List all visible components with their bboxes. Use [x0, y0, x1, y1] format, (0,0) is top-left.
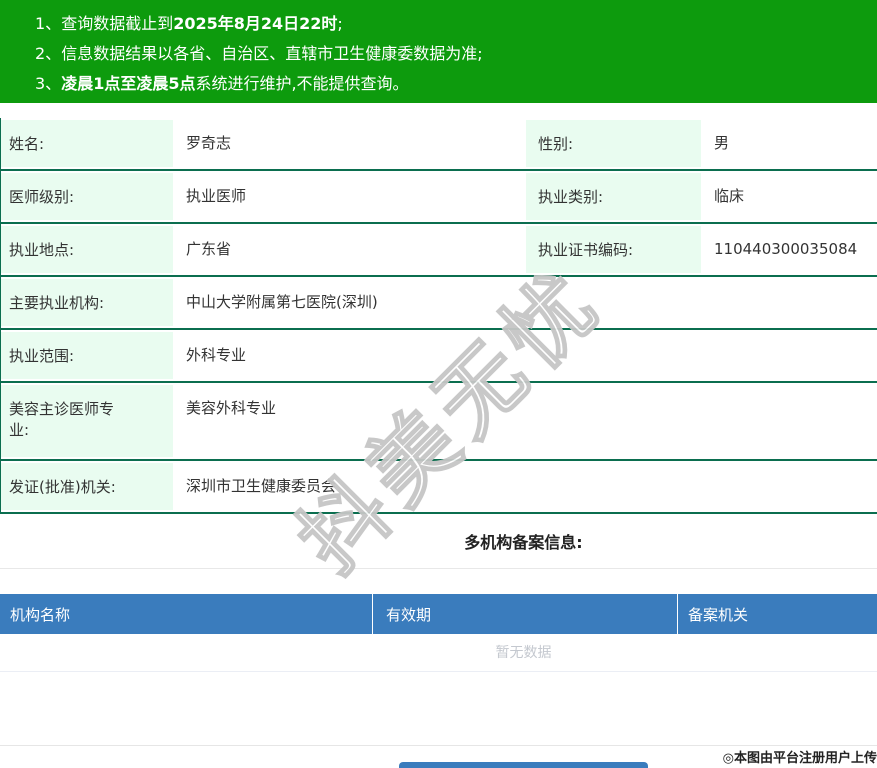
gender-label: 性别: — [538, 135, 574, 153]
info-row-main-institution: 主要执业机构: 中山大学附属第七医院(深圳) — [1, 277, 877, 330]
notice-1-post: ; — [337, 14, 343, 33]
cert-number-value: 110440300035084 — [714, 240, 858, 258]
level-value: 执业医师 — [186, 187, 247, 205]
issuing-authority-label-cell: 发证(批准)机关: — [1, 461, 173, 512]
practice-scope-label: 执业范围: — [9, 347, 75, 365]
main-institution-label: 主要执业机构: — [9, 294, 105, 312]
issuing-authority-label: 发证(批准)机关: — [9, 478, 116, 496]
gender-label-cell: 性别: — [526, 118, 701, 169]
location-label-cell: 执业地点: — [1, 224, 173, 275]
notice-3-number: 3、 — [35, 74, 62, 93]
notice-line-3: 3、凌晨1点至凌晨5点系统进行维护,不能提供查询。 — [35, 69, 877, 99]
notice-2-number: 2、 — [35, 44, 62, 63]
name-value: 罗奇志 — [186, 134, 232, 152]
section-divider — [0, 568, 877, 569]
empty-data-message: 暂无数据 — [0, 634, 877, 672]
cert-number-label: 执业证书编码: — [538, 241, 634, 259]
level-label: 医师级别: — [9, 188, 75, 206]
notice-line-2: 2、信息数据结果以各省、自治区、直辖市卫生健康委数据为准; — [35, 39, 877, 69]
query-result-page: 1、查询数据截止到2025年8月24日22时; 2、信息数据结果以各省、自治区、… — [0, 0, 877, 768]
location-label: 执业地点: — [9, 241, 75, 259]
main-institution-value: 中山大学附属第七医院(深圳) — [186, 293, 378, 311]
cosmetic-specialty-label: 美容主诊医师专业: — [9, 400, 115, 439]
cosmetic-specialty-label-cell: 美容主诊医师专业: — [1, 383, 173, 459]
main-institution-label-cell: 主要执业机构: — [1, 277, 173, 328]
notice-3-post: 系统进行维护,不能提供查询。 — [195, 74, 409, 93]
gender-value: 男 — [714, 134, 730, 152]
info-row-name-gender: 姓名: 罗奇志 性别: 男 — [1, 118, 877, 171]
info-row-level-category: 医师级别: 执业医师 执业类别: 临床 — [1, 171, 877, 224]
notice-banner: 1、查询数据截止到2025年8月24日22时; 2、信息数据结果以各省、自治区、… — [0, 0, 877, 103]
notice-3-bold: 凌晨1点至凌晨5点 — [61, 74, 196, 93]
empty-table-body — [0, 672, 877, 746]
doctor-info-table: 姓名: 罗奇志 性别: 男 医师级别: 执业医师 执业类别: 临床 执业地点: … — [0, 118, 877, 514]
location-value: 广东省 — [186, 240, 232, 258]
page-viewport: 1、查询数据截止到2025年8月24日22时; 2、信息数据结果以各省、自治区、… — [0, 0, 877, 768]
info-row-location-cert: 执业地点: 广东省 执业证书编码: 110440300035084 — [1, 224, 877, 277]
name-label-cell: 姓名: — [1, 118, 173, 169]
info-row-practice-scope: 执业范围: 外科专业 — [1, 330, 877, 383]
name-label: 姓名: — [9, 135, 45, 153]
close-window-button[interactable]: 〖关闭窗口〗 — [399, 762, 648, 768]
category-value: 临床 — [714, 187, 745, 205]
column-header-validity-period: 有效期 — [372, 594, 677, 634]
cosmetic-specialty-value: 美容外科专业 — [186, 399, 277, 417]
practice-scope-value: 外科专业 — [186, 346, 247, 364]
issuing-authority-value: 深圳市卫生健康委员会 — [186, 477, 337, 495]
cert-number-label-cell: 执业证书编码: — [526, 224, 701, 275]
info-row-issuing-authority: 发证(批准)机关: 深圳市卫生健康委员会 — [1, 461, 877, 514]
filing-table: 机构名称 有效期 备案机关 暂无数据 — [0, 594, 877, 746]
notice-1-bold: 2025年8月24日22时 — [173, 14, 338, 33]
notice-1-text: 查询数据截止到 — [61, 14, 174, 33]
category-label: 执业类别: — [538, 188, 604, 206]
notice-2-text: 信息数据结果以各省、自治区、直辖市卫生健康委数据为准; — [61, 44, 483, 63]
category-label-cell: 执业类别: — [526, 171, 701, 222]
filing-table-header: 机构名称 有效期 备案机关 — [0, 594, 877, 634]
column-header-institution-name: 机构名称 — [10, 605, 71, 624]
practice-scope-label-cell: 执业范围: — [1, 330, 173, 381]
level-label-cell: 医师级别: — [1, 171, 173, 222]
filing-section-heading: 多机构备案信息: — [464, 533, 583, 552]
upload-credit-watermark: ◎本图由平台注册用户上传 — [722, 751, 877, 766]
column-header-filing-authority: 备案机关 — [677, 594, 877, 634]
info-row-cosmetic-specialty: 美容主诊医师专业: 美容外科专业 — [1, 383, 877, 461]
notice-1-number: 1、 — [35, 14, 62, 33]
notice-line-1: 1、查询数据截止到2025年8月24日22时; — [35, 9, 877, 39]
